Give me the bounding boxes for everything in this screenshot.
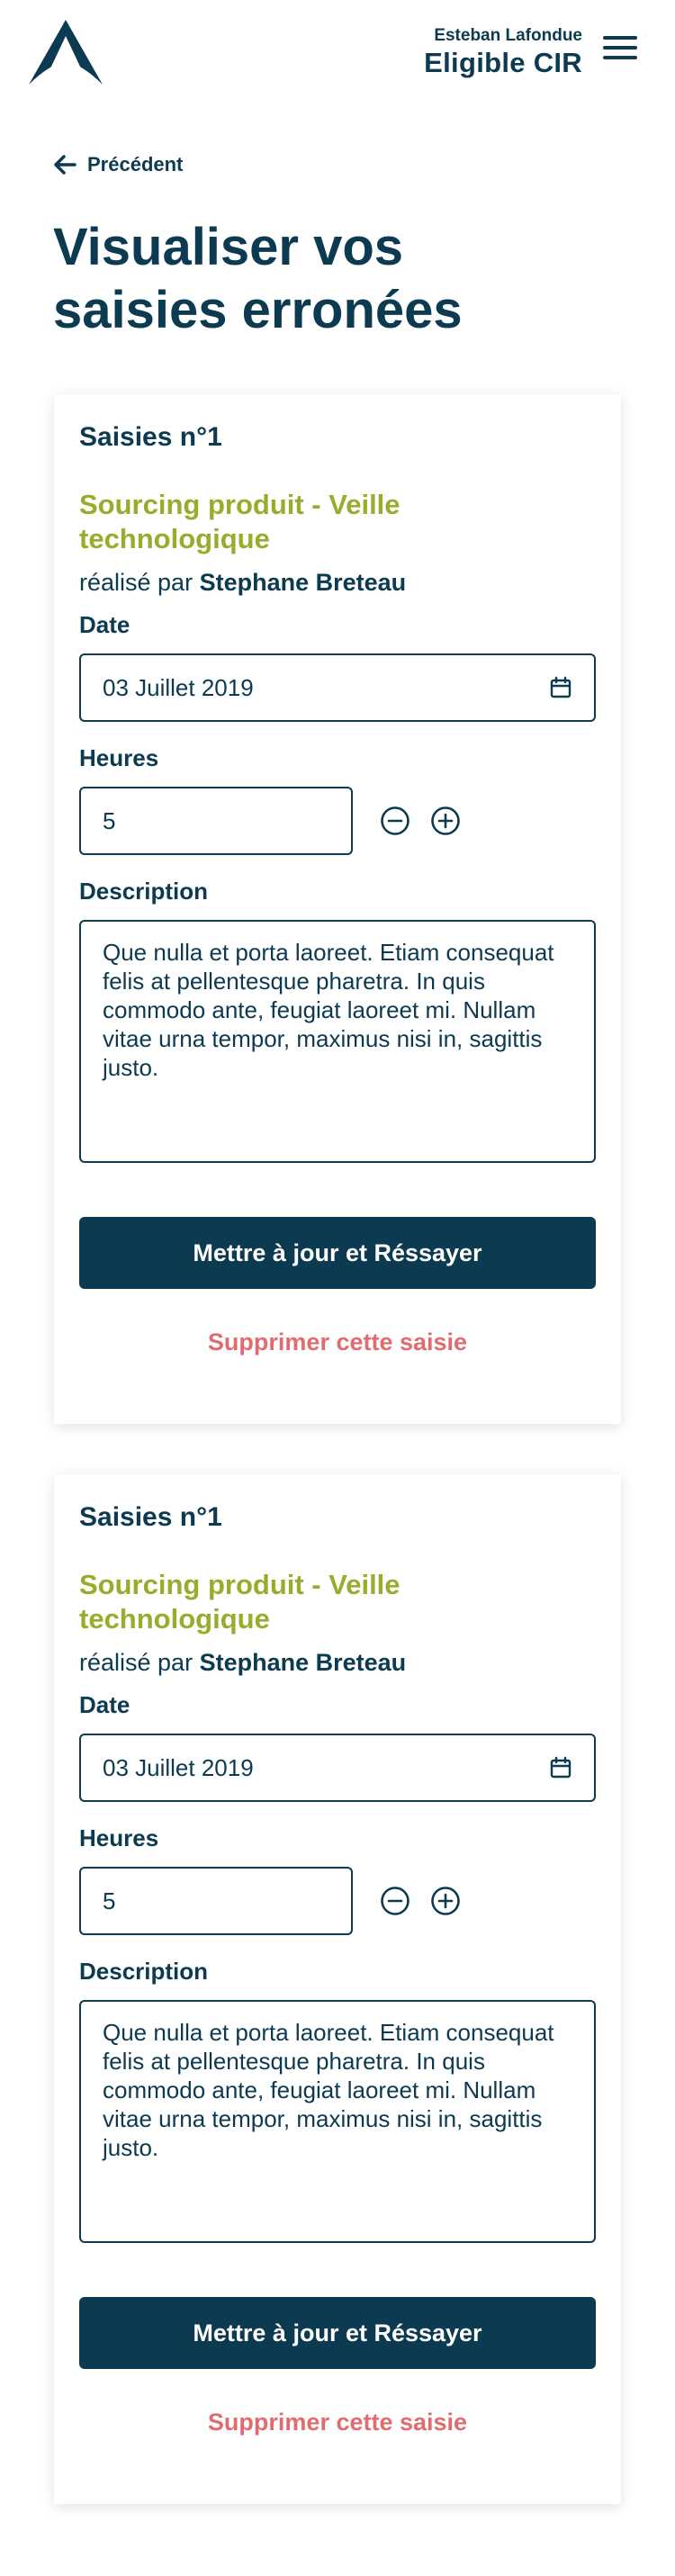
page-title: Visualiser vos saisies erronées xyxy=(53,218,463,339)
user-status: Eligible CIR xyxy=(424,47,582,78)
date-label: Date xyxy=(79,1691,130,1718)
update-retry-button[interactable]: Mettre à jour et Réssayer xyxy=(79,2297,596,2369)
description-textarea[interactable]: Que nulla et porta laoreet. Etiam conseq… xyxy=(79,2000,596,2243)
hamburger-menu-icon[interactable] xyxy=(603,36,637,65)
user-info: Esteban Lafondue Eligible CIR xyxy=(424,25,582,79)
author-name: Stephane Breteau xyxy=(199,1649,407,1676)
date-field[interactable]: 03 Juillet 2019 xyxy=(79,1734,596,1802)
entry-title: Saisies n°1 xyxy=(79,1502,222,1532)
user-name: Esteban Lafondue xyxy=(434,26,582,45)
activity-name: Sourcing produit - Veille technologique xyxy=(79,1569,400,1635)
minus-circle-icon[interactable] xyxy=(380,1886,410,1916)
entry-title: Saisies n°1 xyxy=(79,422,222,452)
byline: réalisé par Stephane Breteau xyxy=(79,1647,596,1678)
calendar-icon[interactable] xyxy=(549,676,572,699)
description-textarea[interactable]: Que nulla et porta laoreet. Etiam conseq… xyxy=(79,920,596,1163)
triangle-a-logo-icon[interactable] xyxy=(27,18,104,86)
back-label: Précédent xyxy=(87,153,184,176)
description-label: Description xyxy=(79,1958,209,1985)
byline-prefix: réalisé par xyxy=(79,569,194,596)
hours-stepper: 5 xyxy=(79,1867,596,1935)
byline-prefix: réalisé par xyxy=(79,1649,194,1676)
date-field[interactable]: 03 Juillet 2019 xyxy=(79,653,596,722)
delete-entry-link[interactable]: Supprimer cette saisie xyxy=(79,2407,596,2437)
entry-card: Saisies n°1 Sourcing produit - Veille te… xyxy=(54,1474,621,2504)
back-link[interactable]: Précédent xyxy=(53,153,183,176)
hours-input[interactable]: 5 xyxy=(79,787,353,855)
minus-circle-icon[interactable] xyxy=(380,806,410,836)
date-value: 03 Juillet 2019 xyxy=(103,673,254,701)
app-header: Esteban Lafondue Eligible CIR xyxy=(0,0,675,108)
hours-label: Heures xyxy=(79,1824,159,1851)
arrow-left-icon xyxy=(54,155,76,175)
hours-input[interactable]: 5 xyxy=(79,1867,353,1935)
byline: réalisé par Stephane Breteau xyxy=(79,567,596,598)
activity-name: Sourcing produit - Veille technologique xyxy=(79,489,400,554)
author-name: Stephane Breteau xyxy=(199,569,407,596)
date-label: Date xyxy=(79,611,130,638)
calendar-icon[interactable] xyxy=(549,1756,572,1779)
description-label: Description xyxy=(79,878,209,905)
entry-card: Saisies n°1 Sourcing produit - Veille te… xyxy=(54,394,621,1424)
delete-entry-link[interactable]: Supprimer cette saisie xyxy=(79,1327,596,1357)
date-value: 03 Juillet 2019 xyxy=(103,1753,254,1781)
update-retry-button[interactable]: Mettre à jour et Réssayer xyxy=(79,1217,596,1289)
hours-label: Heures xyxy=(79,744,159,771)
plus-circle-icon[interactable] xyxy=(430,806,461,836)
hours-stepper: 5 xyxy=(79,787,596,855)
plus-circle-icon[interactable] xyxy=(430,1886,461,1916)
